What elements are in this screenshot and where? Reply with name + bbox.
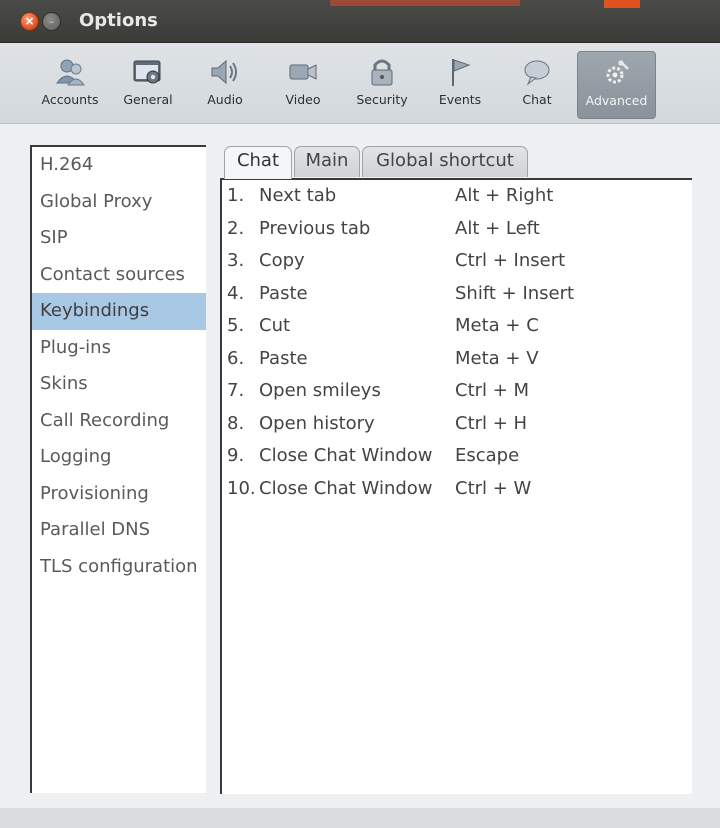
- keybinding-list: 1. Next tab Alt + Right 2. Previous tab …: [220, 178, 692, 794]
- toolbar-button-advanced[interactable]: Advanced: [577, 51, 656, 119]
- item-number: 3.: [227, 250, 245, 271]
- general-icon: [133, 60, 161, 84]
- sidebar-item-provisioning[interactable]: Provisioning: [32, 476, 206, 513]
- sidebar-item-skins[interactable]: Skins: [32, 366, 206, 403]
- item-action: Previous tab: [259, 217, 371, 239]
- item-number: 5.: [227, 315, 245, 336]
- item-action: Paste: [259, 282, 308, 304]
- tab-global-shortcut[interactable]: Global shortcut: [362, 146, 528, 177]
- item-shortcut: Ctrl + M: [455, 380, 530, 401]
- item-number: 2.: [227, 217, 245, 239]
- toolbar-button-accounts[interactable]: Accounts: [34, 51, 106, 117]
- category-list: H.264 Global Proxy SIP Contact sources K…: [30, 145, 206, 793]
- title-bar: × – Options: [0, 0, 720, 43]
- item-action: Cut: [259, 315, 291, 336]
- item-action: Close Chat Window: [259, 477, 433, 499]
- sidebar-item-h264[interactable]: H.264: [32, 147, 206, 184]
- tab-main[interactable]: Main: [294, 146, 360, 177]
- advanced-icon: [606, 60, 629, 84]
- category-toolbar: Accounts General Audio Video Security Ev…: [0, 43, 720, 124]
- toolbar-label: General: [123, 92, 173, 107]
- toolbar-label: Events: [438, 92, 482, 107]
- sidebar-item-contact-sources[interactable]: Contact sources: [32, 257, 206, 294]
- sidebar-item-parallel-dns[interactable]: Parallel DNS: [32, 512, 206, 549]
- item-action: Copy: [259, 250, 305, 271]
- close-icon[interactable]: ×: [20, 12, 39, 31]
- tab-chat[interactable]: Chat: [224, 146, 292, 179]
- item-action: Open smileys: [259, 380, 381, 401]
- item-shortcut: Alt + Left: [455, 217, 540, 239]
- item-number: 1.: [227, 185, 245, 206]
- chat-icon: [524, 60, 550, 86]
- item-number: 6.: [227, 347, 245, 369]
- toolbar-label: Audio: [207, 92, 243, 107]
- toolbar-button-general[interactable]: General: [116, 51, 180, 117]
- toolbar-button-audio[interactable]: Audio: [198, 51, 252, 117]
- item-number: 8.: [227, 412, 245, 434]
- item-number: 9.: [227, 445, 245, 466]
- item-shortcut: Alt + Right: [455, 185, 554, 206]
- item-number: 7.: [227, 380, 245, 401]
- toolbar-button-security[interactable]: Security: [350, 51, 414, 117]
- toolbar-label: Security: [356, 92, 408, 107]
- item-action: Close Chat Window: [259, 445, 433, 466]
- toolbar-button-events[interactable]: Events: [432, 51, 488, 117]
- security-icon: [371, 59, 393, 86]
- sidebar-item-global-proxy[interactable]: Global Proxy: [32, 184, 206, 221]
- events-icon: [452, 59, 471, 86]
- item-shortcut: Ctrl + H: [455, 412, 528, 434]
- item-number: 10.: [227, 477, 256, 499]
- sidebar-item-sip[interactable]: SIP: [32, 220, 206, 257]
- video-icon: [289, 64, 317, 80]
- toolbar-label: Accounts: [41, 92, 99, 107]
- sidebar-item-plug-ins[interactable]: Plug-ins: [32, 330, 206, 367]
- toolbar-button-video[interactable]: Video: [276, 51, 330, 117]
- item-action: Paste: [259, 347, 308, 369]
- item-shortcut: Meta + V: [455, 347, 539, 369]
- item-shortcut: Escape: [455, 445, 520, 466]
- item-action: Open history: [259, 412, 375, 434]
- background-window-strip: [330, 0, 520, 6]
- item-shortcut: Ctrl + W: [455, 477, 532, 499]
- sidebar-item-call-recording[interactable]: Call Recording: [32, 403, 206, 440]
- background-window-strip-accent: [604, 0, 640, 8]
- toolbar-label: Advanced: [585, 93, 648, 108]
- item-number: 4.: [227, 282, 245, 304]
- accounts-icon: [56, 59, 85, 86]
- toolbar-label: Video: [285, 92, 321, 107]
- item-shortcut: Shift + Insert: [455, 282, 575, 304]
- audio-icon: [211, 59, 237, 85]
- item-shortcut: Meta + C: [455, 315, 539, 336]
- window-bottom-edge: [0, 808, 720, 828]
- window-title: Options: [79, 10, 158, 31]
- sidebar-item-keybindings[interactable]: Keybindings: [32, 293, 206, 330]
- options-window: × – Options Accounts General Audio Video…: [0, 0, 720, 828]
- item-action: Next tab: [259, 185, 337, 206]
- toolbar-button-chat[interactable]: Chat: [512, 51, 562, 117]
- minimize-icon[interactable]: –: [42, 12, 61, 31]
- toolbar-label: Chat: [522, 92, 552, 107]
- item-shortcut: Ctrl + Insert: [455, 250, 566, 271]
- sidebar-item-tls-configuration[interactable]: TLS configuration: [32, 549, 206, 586]
- sidebar-item-logging[interactable]: Logging: [32, 439, 206, 476]
